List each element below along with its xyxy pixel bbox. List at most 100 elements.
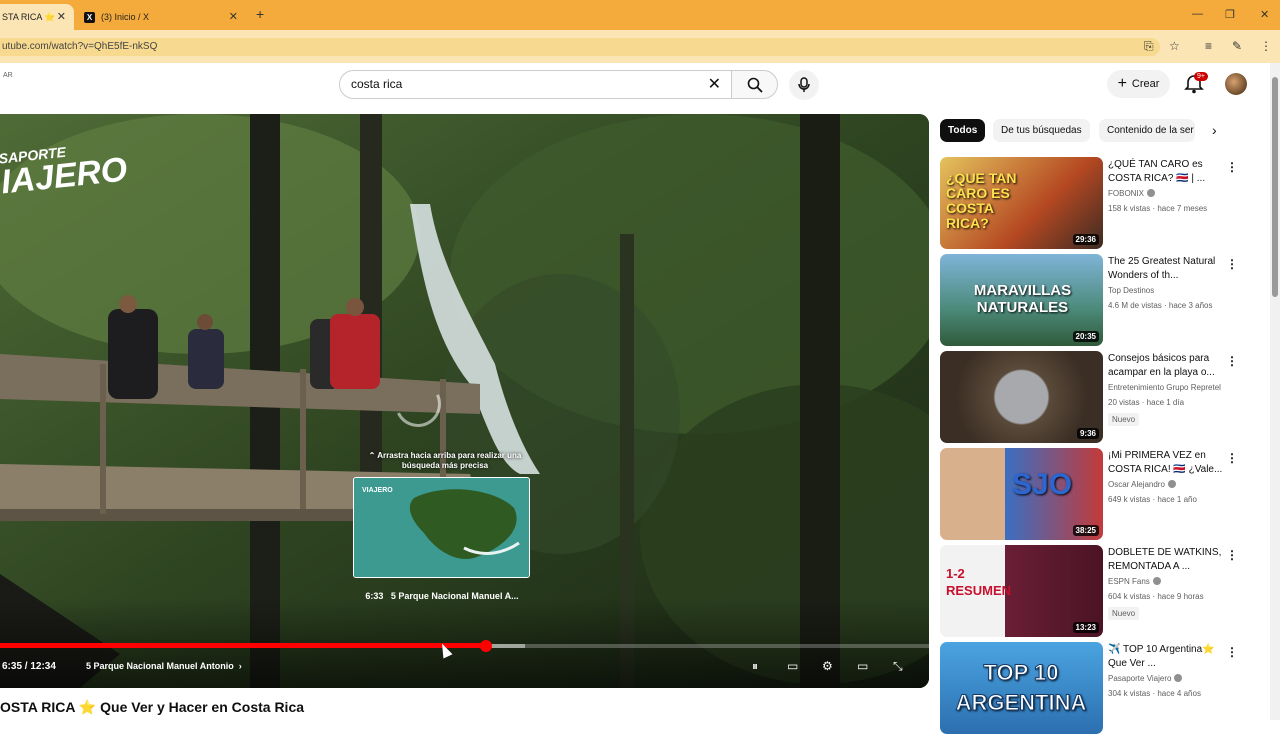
seek-preview-thumbnail: VIAJERO xyxy=(353,477,530,578)
video-meta: 649 k vistas · hace 1 año xyxy=(1108,495,1197,504)
search-input[interactable]: costa rica ✕ xyxy=(339,70,732,99)
maximize-icon[interactable]: ❐ xyxy=(1225,8,1235,21)
search-icon xyxy=(747,77,763,93)
recommendation-item[interactable]: 1-2 RESUMEN 13:23 DOBLETE DE WATKINS, RE… xyxy=(940,545,1240,638)
settings-gear-icon[interactable]: ⚙ xyxy=(822,659,833,673)
search-value: costa rica xyxy=(351,77,403,91)
chip-all[interactable]: Todos xyxy=(940,119,986,142)
browser-menu-icon[interactable]: ⋮ xyxy=(1260,39,1272,53)
thumbnail-text: MARAVILLAS NATURALES xyxy=(973,282,1072,316)
chevron-right-icon[interactable]: › xyxy=(1212,122,1217,138)
subtitles-icon[interactable]: ▭ xyxy=(787,659,798,673)
theater-mode-icon[interactable]: ▭ xyxy=(857,659,868,673)
close-tab-icon[interactable]: ✕ xyxy=(229,10,238,23)
channel-name[interactable]: Oscar Alejandro xyxy=(1108,480,1176,489)
video-thumbnail[interactable]: MARAVILLAS NATURALES 20:35 xyxy=(940,254,1103,346)
more-options-icon[interactable]: ⋮ xyxy=(1226,451,1238,465)
recommendation-item[interactable]: TOP 10 ARGENTINA ✈️ TOP 10 Argentina⭐ Qu… xyxy=(940,642,1240,735)
chip-from-searches[interactable]: De tus búsquedas xyxy=(993,119,1090,142)
address-bar-area: utube.com/watch?v=QhE5fE-nkSQ ⎘ ☆ ≡ ✎ ⋮ xyxy=(0,30,1280,63)
notification-count-badge: 9+ xyxy=(1194,72,1208,81)
thumbnail-text: 1-2 RESUMEN xyxy=(946,566,1012,598)
extensions-icon[interactable]: ✎ xyxy=(1232,39,1242,53)
tab-label: (3) Inicio / X xyxy=(101,12,150,22)
channel-name[interactable]: Pasaporte Viajero xyxy=(1108,674,1183,683)
bookmark-star-icon[interactable]: ☆ xyxy=(1169,39,1180,53)
autoplay-toggle-icon[interactable]: ⏸ xyxy=(752,659,758,674)
tab-youtube[interactable]: STA RICA ⭐ ✕ xyxy=(0,4,74,30)
video-title[interactable]: ¡Mi PRIMERA VEZ en COSTA RICA! 🇨🇷 ¿Vale.… xyxy=(1108,449,1226,477)
video-title[interactable]: The 25 Greatest Natural Wonders of th... xyxy=(1108,255,1226,283)
video-thumbnail[interactable]: ¿QUE TAN CARO ES COSTA RICA? 29:36 xyxy=(940,157,1103,249)
video-title-prefix: OSTA RICA xyxy=(0,699,75,715)
install-app-icon[interactable]: ⎘ xyxy=(1144,39,1154,54)
url-field[interactable]: utube.com/watch?v=QhE5fE-nkSQ xyxy=(0,38,1160,56)
more-options-icon[interactable]: ⋮ xyxy=(1226,160,1238,174)
page-scrollbar[interactable] xyxy=(1270,63,1280,720)
video-thumbnail[interactable]: 1-2 RESUMEN 13:23 xyxy=(940,545,1103,637)
channel-label: FOBONIX xyxy=(1108,189,1145,198)
recommendation-item[interactable]: ¿QUE TAN CARO ES COSTA RICA? 29:36 ¿QUÉ … xyxy=(940,157,1240,250)
video-title: OSTA RICA ⭐ Que Ver y Hacer en Costa Ric… xyxy=(0,699,304,716)
minimize-icon[interactable]: — xyxy=(1192,8,1203,20)
more-options-icon[interactable]: ⋮ xyxy=(1226,257,1238,271)
scrubber-handle[interactable] xyxy=(479,640,492,652)
search-button[interactable] xyxy=(731,70,778,99)
verified-icon xyxy=(1167,480,1176,488)
verified-icon xyxy=(1152,577,1161,585)
clear-search-icon[interactable]: ✕ xyxy=(708,71,721,98)
country-code: AR xyxy=(3,72,13,79)
chapter-title: 5 Parque Nacional Manuel Antonio xyxy=(86,661,234,671)
fullscreen-exit-icon[interactable]: ⤡ xyxy=(893,659,903,674)
scrollbar-thumb[interactable] xyxy=(1272,77,1278,297)
media-controls-icon[interactable]: ≡ xyxy=(1205,39,1212,53)
youtube-header: AR costa rica ✕ + Crear 9+ xyxy=(0,63,1270,111)
close-tab-icon[interactable]: ✕ xyxy=(57,10,66,23)
preview-image: VIAJERO xyxy=(354,478,529,577)
more-options-icon[interactable]: ⋮ xyxy=(1226,354,1238,368)
filter-chips: Todos De tus búsquedas Contenido de la s… xyxy=(940,119,1230,143)
channel-name[interactable]: FOBONIX xyxy=(1108,189,1156,198)
more-options-icon[interactable]: ⋮ xyxy=(1226,548,1238,562)
video-meta: 20 vistas · hace 1 día xyxy=(1108,398,1185,407)
video-title[interactable]: DOBLETE DE WATKINS, REMONTADA A ... xyxy=(1108,546,1226,574)
channel-label: Entretenimiento Grupo Repretel xyxy=(1108,383,1221,392)
channel-name[interactable]: ESPN Fans xyxy=(1108,577,1161,586)
tab-x[interactable]: X (3) Inicio / X ✕ xyxy=(76,4,246,30)
close-window-icon[interactable]: ✕ xyxy=(1260,8,1269,21)
video-thumbnail[interactable]: TOP 10 ARGENTINA xyxy=(940,642,1103,734)
create-button[interactable]: + Crear xyxy=(1107,70,1170,98)
video-meta: 4.6 M de vistas · hace 3 años xyxy=(1108,301,1213,310)
video-player[interactable]: SAPORTE IAJERO ⌃ Arrastra hacia arriba p… xyxy=(0,114,929,688)
channel-label: Pasaporte Viajero xyxy=(1108,674,1172,683)
chapter-button[interactable]: 5 Parque Nacional Manuel Antonio › xyxy=(86,661,242,671)
video-thumbnail[interactable]: SJO 38:25 xyxy=(940,448,1103,540)
duration-badge: 9:36 xyxy=(1076,428,1099,439)
verified-icon xyxy=(1147,189,1156,197)
new-badge: Nuevo xyxy=(1108,413,1140,426)
thumbnail-text: ¿QUE TAN CARO ES COSTA RICA? xyxy=(946,170,1017,231)
video-thumbnail[interactable]: 9:36 xyxy=(940,351,1103,443)
seek-hint: ⌃ Arrastra hacia arriba para realizar un… xyxy=(368,451,522,470)
video-meta: 604 k vistas · hace 9 horas xyxy=(1108,592,1204,601)
video-title[interactable]: ¿QUÉ TAN CARO es COSTA RICA? 🇨🇷 | ... xyxy=(1108,158,1226,186)
tab-label: STA RICA ⭐ xyxy=(2,11,56,22)
channel-name[interactable]: Entretenimiento Grupo Repretel xyxy=(1108,383,1221,392)
thumbnail-text: SJO xyxy=(1012,468,1073,501)
video-title[interactable]: ✈️ TOP 10 Argentina⭐ Que Ver ... xyxy=(1108,643,1226,671)
channel-name[interactable]: Top Destinos xyxy=(1108,286,1154,295)
recommendation-item[interactable]: 9:36 Consejos básicos para acampar en la… xyxy=(940,351,1240,444)
new-tab-icon[interactable]: + xyxy=(256,6,264,22)
channel-label: Oscar Alejandro xyxy=(1108,480,1165,489)
video-title[interactable]: Consejos básicos para acampar en la play… xyxy=(1108,352,1226,380)
voice-search-button[interactable] xyxy=(789,70,819,100)
chip-series[interactable]: Contenido de la ser xyxy=(1099,119,1195,142)
duration-badge: 13:23 xyxy=(1072,622,1099,633)
verified-icon xyxy=(1174,674,1183,682)
account-avatar[interactable] xyxy=(1225,73,1247,95)
more-options-icon[interactable]: ⋮ xyxy=(1226,645,1238,659)
duration-badge: 20:35 xyxy=(1072,331,1099,342)
recommendation-item[interactable]: SJO 38:25 ¡Mi PRIMERA VEZ en COSTA RICA!… xyxy=(940,448,1240,541)
duration-badge: 38:25 xyxy=(1072,525,1099,536)
recommendation-item[interactable]: MARAVILLAS NATURALES 20:35 The 25 Greate… xyxy=(940,254,1240,347)
